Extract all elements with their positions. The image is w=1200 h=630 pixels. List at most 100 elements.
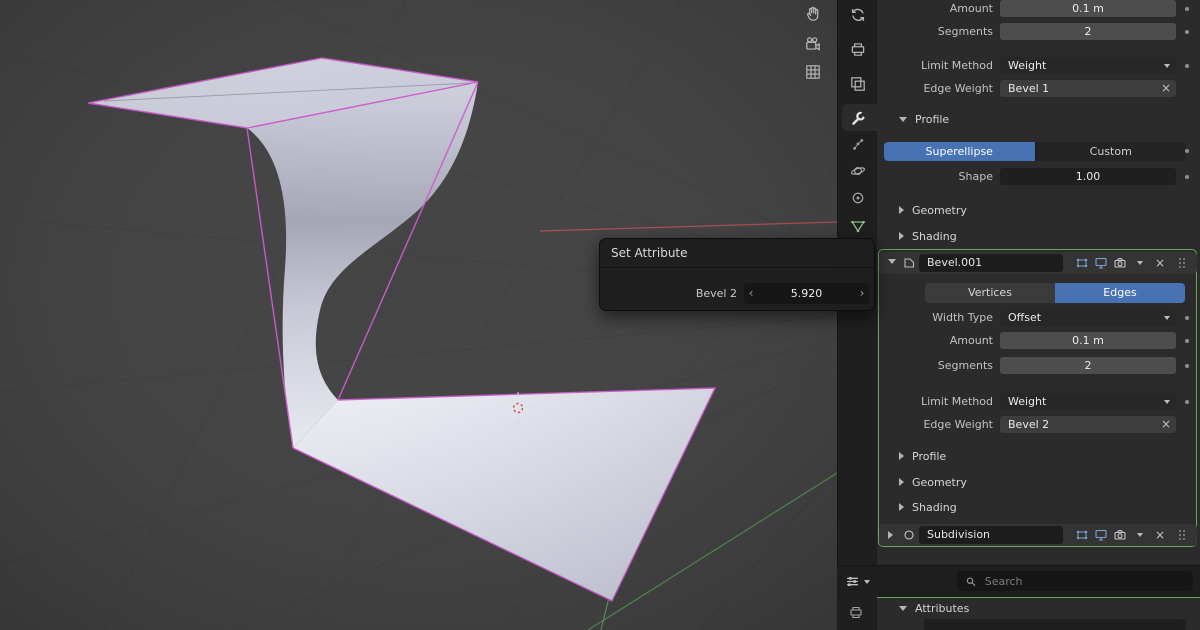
tab-output-icon[interactable] (849, 40, 867, 58)
tab-constraints-icon[interactable] (849, 189, 867, 207)
superellipse-button[interactable]: Superellipse (884, 142, 1035, 161)
clear-x-icon[interactable]: × (1161, 416, 1171, 433)
tab-object-data-icon[interactable] (849, 217, 867, 235)
editor-type-button[interactable] (844, 573, 870, 590)
geometry-header-label: Geometry (912, 203, 967, 217)
modifier-name-field[interactable]: Bevel.001 (919, 254, 1063, 272)
tab-viewlayer-icon[interactable] (849, 75, 867, 93)
shading-section-header[interactable]: Shading (877, 227, 957, 245)
width-type-dropdown[interactable]: Offset (1000, 309, 1176, 326)
amount-label: Amount (949, 334, 993, 347)
render-display-toggle-icon[interactable] (1113, 256, 1127, 270)
panel-divider (600, 267, 874, 268)
row-limit-method-1: Limit Method Weight (877, 56, 1200, 76)
edge-weight-field[interactable]: Bevel 2 × (1000, 416, 1176, 433)
animate-dot[interactable] (1185, 400, 1189, 404)
animate-dot[interactable] (1185, 64, 1189, 68)
chevron-down-icon (1164, 400, 1170, 404)
edge-weight-value: Bevel 2 (1008, 418, 1050, 431)
segments-label: Segments (937, 359, 993, 372)
limit-method-label: Limit Method (920, 395, 993, 408)
segments-field[interactable]: 2 (1000, 23, 1176, 40)
amount-field[interactable]: 0.1 m (1000, 0, 1176, 17)
row-profile-type: Superellipse Custom (877, 142, 1200, 161)
collapsed-triangle-icon (899, 503, 904, 511)
expanded-triangle-icon[interactable] (888, 259, 896, 264)
modifier-drag-grip[interactable] (1177, 528, 1187, 545)
pan-hand-icon[interactable] (804, 5, 822, 23)
animate-dot[interactable] (1185, 316, 1189, 320)
tab-render-icon[interactable] (849, 6, 867, 24)
segments-field[interactable]: 2 (1000, 357, 1176, 374)
bevel-modifier-icon (902, 256, 916, 270)
ortho-grid-icon[interactable] (804, 63, 822, 81)
row-amount-1: Amount 0.1 m (877, 0, 1200, 19)
viewport-3d[interactable] (0, 0, 837, 630)
row-affect-tabs: Vertices Edges (877, 283, 1200, 303)
collapsed-triangle-icon[interactable] (888, 531, 893, 539)
modifier-close-button[interactable]: × (1151, 254, 1169, 272)
modifier-extras-chevron-icon[interactable] (1137, 261, 1143, 265)
profile-section-header-2[interactable]: Profile (877, 447, 946, 465)
panel-title: Set Attribute (611, 246, 688, 260)
attributes-section: Attributes + (877, 597, 1200, 630)
viewport-canvas (0, 0, 837, 630)
clear-x-icon[interactable]: × (1161, 80, 1171, 97)
tab-vertices[interactable]: Vertices (925, 283, 1055, 303)
bottom-editor-header (837, 566, 1200, 597)
geometry-section-header-2[interactable]: Geometry (877, 473, 967, 491)
camera-view-icon[interactable] (804, 35, 822, 53)
edit-mode-display-toggle-icon[interactable] (1075, 528, 1089, 542)
edge-weight-label: Edge Weight (923, 418, 993, 431)
animate-dot[interactable] (1185, 7, 1189, 11)
tab-physics-icon[interactable] (849, 162, 867, 180)
render-display-toggle-icon[interactable] (1113, 528, 1127, 542)
shading-section-header-2[interactable]: Shading (877, 498, 957, 516)
subdivision-modifier-header[interactable]: Subdivision × (879, 524, 1197, 546)
modifier-extras-chevron-icon[interactable] (1137, 533, 1143, 537)
tab-output-icon[interactable] (848, 604, 866, 622)
modifier-drag-grip[interactable] (1177, 256, 1187, 273)
tab-edges[interactable]: Edges (1055, 283, 1185, 303)
custom-button[interactable]: Custom (1034, 142, 1186, 161)
shape-label: Shape (958, 170, 993, 183)
realtime-display-toggle-icon[interactable] (1094, 528, 1108, 542)
blender-window: Amount 0.1 m Segments 2 Limit Method Wei… (0, 0, 1200, 630)
tab-particles-icon[interactable] (849, 136, 867, 154)
collapsed-triangle-icon (899, 206, 904, 214)
edit-mode-display-toggle-icon[interactable] (1075, 256, 1089, 270)
animate-dot[interactable] (1185, 175, 1189, 179)
animate-dot[interactable] (1185, 149, 1189, 153)
modifier-name-field[interactable]: Subdivision (919, 526, 1063, 544)
search-box[interactable] (957, 571, 1193, 591)
set-attribute-panel[interactable]: Set Attribute Bevel 2 ‹ 5.920 › (599, 238, 875, 311)
edge-weight-field[interactable]: Bevel 1 × (1000, 80, 1176, 97)
bottom-tab-column (837, 597, 877, 630)
row-edge-weight-2: Edge Weight Bevel 2 × (877, 415, 1200, 435)
edge-weight-value: Bevel 1 (1008, 82, 1050, 95)
search-input[interactable] (982, 573, 1185, 589)
animate-dot[interactable] (1185, 339, 1189, 343)
bevel2-modifier-header[interactable]: Bevel.001 × (879, 252, 1197, 274)
geometry-section-header[interactable]: Geometry (877, 201, 967, 219)
row-limit-method-2: Limit Method Weight (877, 392, 1200, 412)
modifier-close-button[interactable]: × (1151, 526, 1169, 544)
limit-method-dropdown[interactable]: Weight (1000, 393, 1176, 410)
attributes-section-header[interactable]: Attributes (882, 602, 969, 615)
segments-label: Segments (937, 25, 993, 38)
profile-section-header[interactable]: Profile (877, 110, 949, 128)
realtime-display-toggle-icon[interactable] (1094, 256, 1108, 270)
tab-modifiers-wrench-icon[interactable] (849, 109, 868, 127)
attribute-list-row[interactable] (924, 619, 1186, 630)
animate-dot[interactable] (1185, 364, 1189, 368)
shading-header-label: Shading (912, 500, 957, 514)
bevel2-value-slider[interactable]: ‹ 5.920 › (744, 283, 869, 304)
limit-method-dropdown[interactable]: Weight (1000, 57, 1176, 74)
profile-type-buttons: Superellipse Custom (884, 142, 1186, 161)
shape-field[interactable]: 1.00 (1000, 168, 1176, 185)
collapsed-triangle-icon (899, 452, 904, 460)
increment-arrow-icon[interactable]: › (855, 283, 869, 304)
amount-field[interactable]: 0.1 m (1000, 332, 1176, 349)
bevel2-value-label: Bevel 2 (695, 287, 737, 300)
animate-dot[interactable] (1185, 30, 1189, 34)
